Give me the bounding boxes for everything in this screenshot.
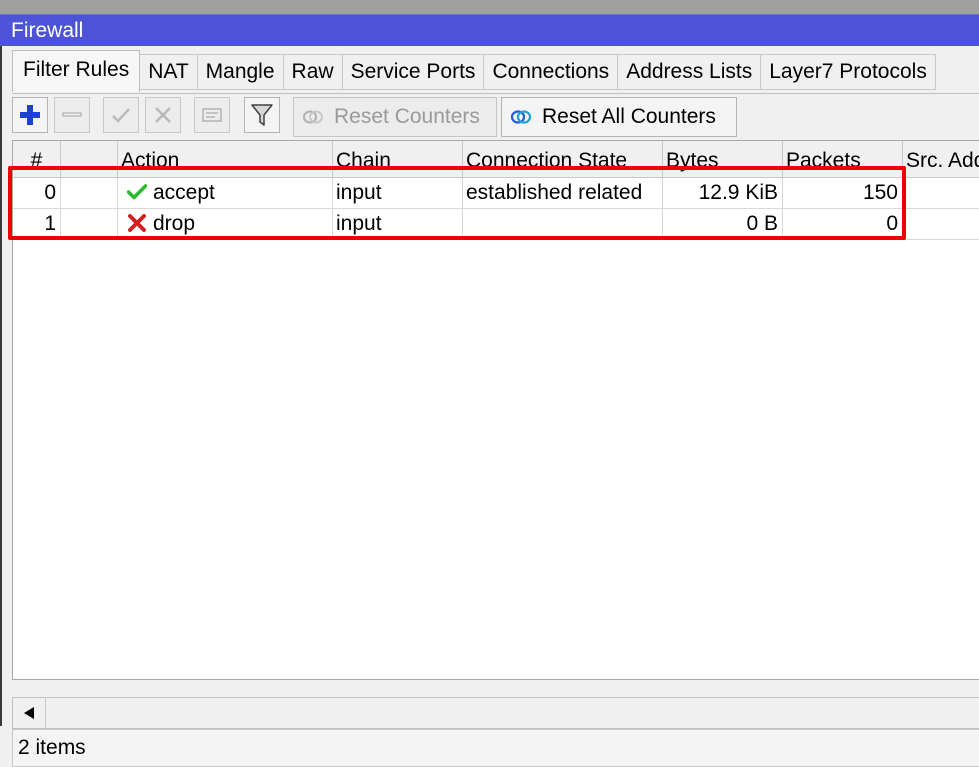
- column-header-number[interactable]: #: [13, 141, 61, 177]
- enable-button[interactable]: [103, 97, 139, 133]
- cross-icon: [128, 213, 146, 232]
- tab-service-ports[interactable]: Service Ports: [342, 54, 485, 90]
- horizontal-scrollbar[interactable]: [12, 697, 979, 729]
- tab-connections[interactable]: Connections: [484, 54, 619, 90]
- add-button[interactable]: [12, 97, 48, 133]
- rule-action: drop: [118, 209, 333, 239]
- column-header-src-address[interactable]: Src. Add: [903, 141, 979, 177]
- rule-number: 1: [13, 209, 61, 239]
- tab-nat[interactable]: NAT: [140, 54, 198, 90]
- reset-counters-label: Reset Counters: [334, 105, 480, 128]
- column-header-flags[interactable]: [61, 141, 118, 177]
- remove-button[interactable]: [54, 97, 90, 133]
- rule-src-address: [903, 178, 979, 208]
- status-bar: 2 items: [12, 729, 979, 767]
- reset-all-counters-label: Reset All Counters: [542, 105, 716, 128]
- column-header-bytes[interactable]: Bytes: [663, 141, 783, 177]
- tab-divider: [12, 93, 979, 94]
- disable-icon: [155, 107, 171, 123]
- remove-icon: [62, 112, 82, 117]
- tab-mangle[interactable]: Mangle: [197, 54, 284, 90]
- filter-icon: [251, 104, 273, 126]
- tab-address-lists[interactable]: Address Lists: [618, 54, 762, 90]
- filter-rules-table: # Action Chain Connection State Bytes Pa…: [12, 140, 979, 680]
- enable-icon: [112, 108, 130, 123]
- column-header-chain[interactable]: Chain: [333, 141, 463, 177]
- reset-counters-icon: [303, 110, 323, 124]
- tab-layer7-protocols[interactable]: Layer7 Protocols: [761, 54, 936, 90]
- comment-button[interactable]: [194, 97, 230, 133]
- tab-filter-rules[interactable]: Filter Rules: [12, 50, 141, 92]
- window-top-edge: [0, 0, 979, 14]
- rule-chain: input: [333, 178, 463, 208]
- checkmark-icon: [127, 184, 147, 200]
- rule-src-address: [903, 209, 979, 239]
- rule-bytes: 12.9 KiB: [663, 178, 783, 208]
- comment-icon: [202, 108, 222, 122]
- firewall-window: Filter Rules NAT Mangle Raw Service Port…: [0, 46, 979, 767]
- rule-flags: [61, 178, 118, 208]
- rule-action-label: accept: [153, 181, 215, 204]
- rule-chain: input: [333, 209, 463, 239]
- rule-connection-state: established related: [463, 178, 663, 208]
- toolbar: Reset Counters Reset All Counters: [12, 97, 979, 137]
- table-row[interactable]: 1 drop input 0 B 0: [13, 209, 979, 240]
- rule-flags: [61, 209, 118, 239]
- filter-button[interactable]: [244, 97, 280, 133]
- rule-packets: 0: [783, 209, 903, 239]
- left-arrow-icon: [24, 707, 34, 719]
- rule-action-label: drop: [153, 212, 196, 235]
- scroll-left-button[interactable]: [13, 698, 46, 728]
- column-header-packets[interactable]: Packets: [783, 141, 903, 177]
- column-header-action[interactable]: Action: [118, 141, 333, 177]
- table-row[interactable]: 0 accept input established related 12.9 …: [13, 178, 979, 209]
- add-icon: [20, 105, 40, 125]
- column-header-connection-state[interactable]: Connection State: [463, 141, 663, 177]
- rule-packets: 150: [783, 178, 903, 208]
- disable-button[interactable]: [145, 97, 181, 133]
- rule-action: accept: [118, 178, 333, 208]
- reset-all-counters-icon: [510, 110, 532, 124]
- reset-all-counters-button[interactable]: Reset All Counters: [501, 97, 737, 137]
- table-header: # Action Chain Connection State Bytes Pa…: [13, 141, 979, 178]
- window-title[interactable]: Firewall: [0, 14, 979, 46]
- rule-connection-state: [463, 209, 663, 239]
- reset-counters-button[interactable]: Reset Counters: [293, 97, 497, 137]
- tab-bar: Filter Rules NAT Mangle Raw Service Port…: [12, 50, 936, 94]
- tab-raw[interactable]: Raw: [283, 54, 343, 90]
- rule-number: 0: [13, 178, 61, 208]
- rule-bytes: 0 B: [663, 209, 783, 239]
